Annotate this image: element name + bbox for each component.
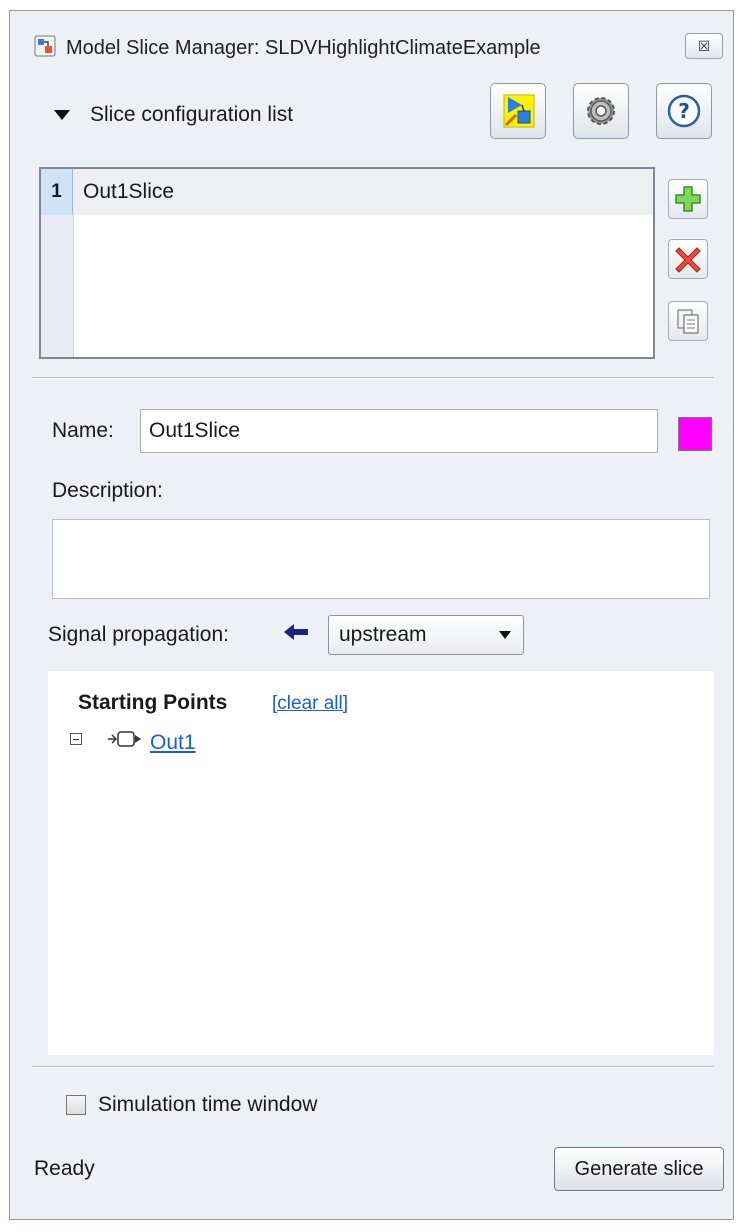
generate-slice-button[interactable]: Generate slice	[554, 1147, 724, 1191]
description-field[interactable]	[52, 519, 710, 599]
left-arrow-icon	[284, 624, 308, 640]
clear-all-link[interactable]: [clear all]	[272, 693, 348, 715]
simulation-time-window-label: Simulation time window	[98, 1093, 318, 1116]
starting-point-link[interactable]: Out1	[150, 731, 196, 755]
slice-config-list[interactable]: 1 Out1Slice	[39, 167, 655, 359]
help-button[interactable]: ?	[656, 83, 712, 139]
delete-config-button[interactable]	[668, 239, 708, 279]
chevron-down-icon	[499, 631, 511, 639]
starting-points-title: Starting Points	[78, 691, 228, 714]
slice-config-label: Slice configuration list	[90, 103, 294, 126]
simulation-time-window-checkbox[interactable]	[66, 1095, 86, 1115]
outport-block-icon	[108, 731, 141, 747]
copy-icon	[677, 309, 699, 334]
title-bar: Model Slice Manager: SLDVHighlightClimat…	[10, 11, 733, 73]
close-button[interactable]: ☒	[685, 33, 723, 59]
delete-icon	[675, 247, 701, 273]
window-title: Model Slice Manager: SLDVHighlightClimat…	[66, 37, 541, 59]
highlight-slice-button[interactable]	[490, 83, 546, 139]
close-icon: ☒	[697, 37, 711, 54]
collapse-triangle-icon[interactable]	[54, 110, 70, 120]
app-icon	[34, 35, 56, 57]
add-icon	[675, 186, 701, 212]
list-item[interactable]: 1 Out1Slice	[41, 169, 653, 215]
settings-button[interactable]	[573, 83, 629, 139]
help-icon: ?	[667, 94, 701, 128]
signal-propagation-label: Signal propagation:	[48, 623, 229, 646]
collapse-toggle-icon[interactable]	[70, 733, 82, 745]
separator	[32, 377, 714, 379]
list-item-label: Out1Slice	[83, 180, 175, 203]
status-text: Ready	[34, 1157, 95, 1180]
copy-config-button[interactable]	[668, 301, 708, 341]
slice-config-header[interactable]: Slice configuration list	[54, 103, 293, 127]
model-slice-manager-window: Model Slice Manager: SLDVHighlightClimat…	[9, 10, 734, 1220]
starting-points-panel: Starting Points [clear all] Out1	[48, 671, 714, 1055]
svg-text:?: ?	[678, 99, 690, 123]
signal-propagation-dropdown[interactable]: upstream	[328, 615, 524, 655]
name-field[interactable]: Out1Slice	[140, 409, 658, 453]
description-label: Description:	[52, 479, 163, 502]
highlight-slice-icon	[503, 94, 535, 128]
gear-icon	[587, 97, 615, 125]
list-item-number: 1	[41, 169, 73, 215]
highlight-color-swatch[interactable]	[678, 417, 712, 451]
signal-propagation-value: upstream	[339, 623, 427, 646]
separator	[32, 1066, 714, 1068]
name-label: Name:	[52, 419, 114, 442]
add-config-button[interactable]	[668, 179, 708, 219]
